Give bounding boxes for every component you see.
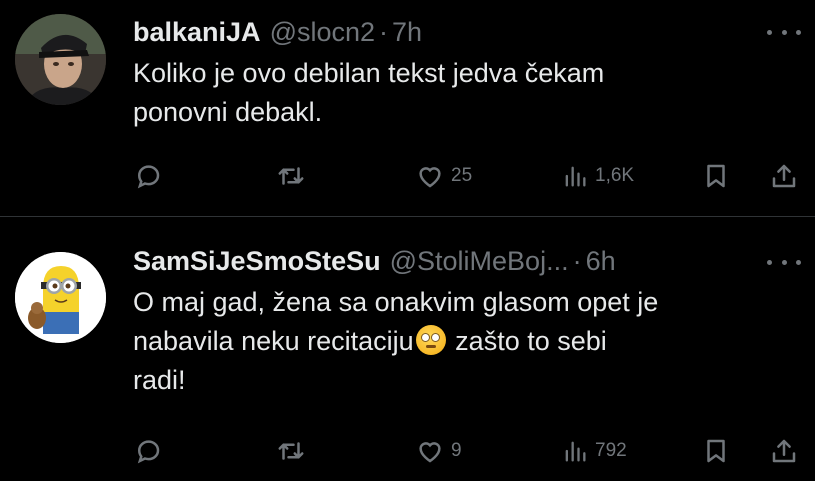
tweet-text-line: Koliko je ovo debilan tekst jedva čekam: [133, 58, 605, 88]
like-button[interactable]: 9: [415, 434, 462, 468]
tweet-divider: [0, 216, 815, 217]
tweet-text-line: ponovni debakl.: [133, 97, 323, 127]
user-handle[interactable]: @StoliMeBoj...: [390, 246, 569, 277]
like-count: 25: [451, 165, 473, 186]
reply-button[interactable]: [133, 434, 163, 468]
share-icon: [772, 439, 796, 463]
view-count: 792: [595, 440, 627, 461]
action-bar: 9 792: [133, 434, 803, 468]
share-button[interactable]: [769, 159, 799, 193]
avatar-image: [15, 14, 106, 105]
avatar[interactable]: [15, 252, 106, 343]
tweet[interactable]: SamSiJeSmoSteSu @StoliMeBoj... · 6h O ma…: [0, 220, 815, 481]
view-count: 1,6K: [595, 165, 635, 186]
more-icon[interactable]: [767, 252, 801, 272]
views-button[interactable]: 1,6K: [561, 159, 634, 193]
reply-icon: [137, 440, 160, 464]
tweet-text-line: radi!: [133, 365, 186, 395]
separator: ·: [572, 245, 582, 276]
share-icon: [772, 164, 796, 188]
retweet-icon: [278, 167, 304, 185]
reply-button[interactable]: [133, 159, 163, 193]
tweet[interactable]: balkaniJA @slocn2 · 7h Koliko je ovo deb…: [0, 0, 815, 214]
face-with-rolling-eyes-icon: [415, 325, 446, 355]
timestamp[interactable]: 7h: [392, 17, 422, 48]
display-name[interactable]: SamSiJeSmoSteSu: [133, 246, 381, 277]
tweet-text-segment: nabavila neku recitaciju: [133, 326, 414, 356]
avatar[interactable]: [15, 14, 106, 105]
tweet-header: SamSiJeSmoSteSu @StoliMeBoj... · 6h: [133, 241, 616, 281]
display-name[interactable]: balkaniJA: [133, 17, 261, 48]
separator: ·: [379, 16, 389, 47]
tweet-text-segment: zašto to sebi: [447, 326, 607, 356]
action-bar: 25 1,6K: [133, 159, 803, 193]
share-button[interactable]: [769, 434, 799, 468]
like-button[interactable]: 25: [415, 159, 472, 193]
tweet-text-line: nabavila neku recitaciju zašto to sebi: [133, 322, 798, 361]
more-icon[interactable]: [767, 22, 801, 42]
tweet-text-line: O maj gad, žena sa onakvim glasom opet j…: [133, 287, 659, 317]
reply-icon: [137, 165, 160, 189]
bookmark-button[interactable]: [701, 159, 731, 193]
avatar-image: [15, 252, 106, 343]
views-button[interactable]: 792: [561, 434, 627, 468]
bookmark-icon: [707, 164, 725, 188]
retweet-icon: [278, 442, 304, 460]
bookmark-icon: [707, 439, 725, 463]
bookmark-button[interactable]: [701, 434, 731, 468]
retweet-button[interactable]: [276, 159, 306, 193]
views-icon: [565, 166, 586, 187]
tweet-text: O maj gad, žena sa onakvim glasom opet j…: [133, 283, 798, 400]
like-icon: [419, 442, 441, 463]
user-handle[interactable]: @slocn2: [270, 17, 375, 48]
like-count: 9: [451, 440, 462, 461]
retweet-button[interactable]: [276, 434, 306, 468]
tweet-text: Koliko je ovo debilan tekst jedva čekam …: [133, 54, 798, 132]
views-icon: [565, 441, 586, 462]
timestamp[interactable]: 6h: [586, 246, 616, 277]
tweet-header: balkaniJA @slocn2 · 7h: [133, 12, 422, 52]
like-icon: [419, 167, 441, 188]
